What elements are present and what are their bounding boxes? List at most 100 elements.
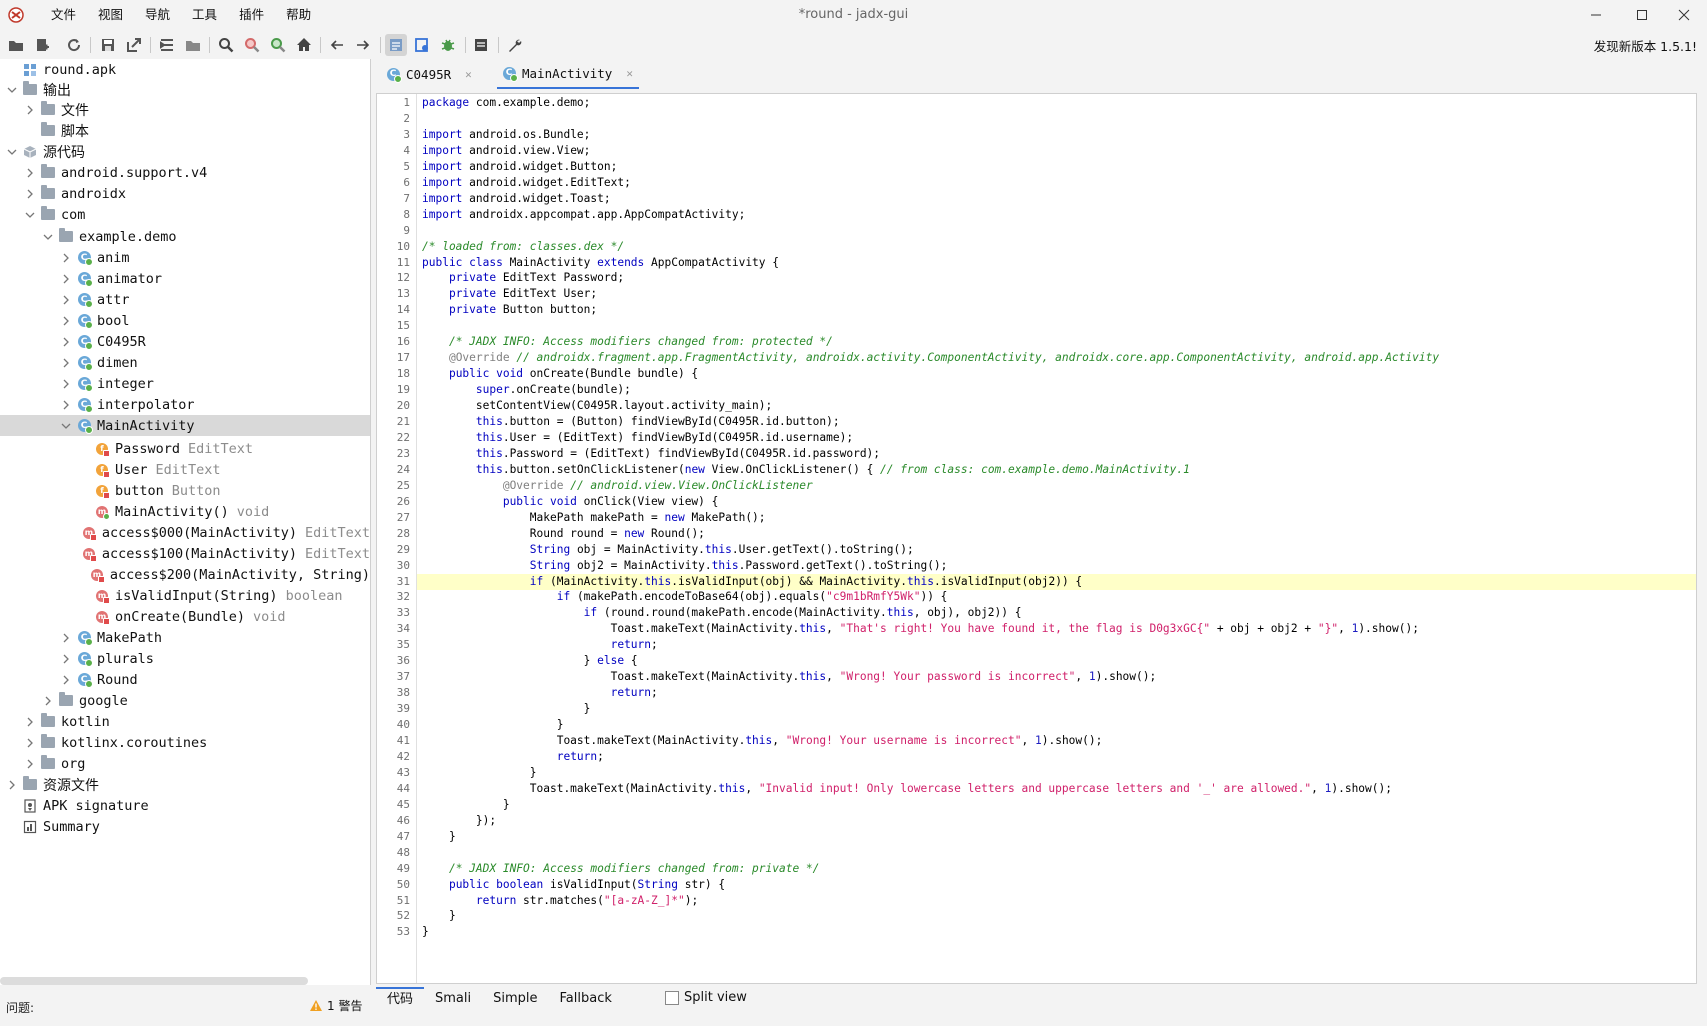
tree-item[interactable]: Cplurals [0,648,370,669]
close-icon[interactable]: ✕ [465,68,472,81]
chevron-right-icon[interactable] [42,695,54,707]
close-button[interactable] [1661,0,1707,30]
tree-item[interactable]: 输出 [0,79,370,100]
goto-class-icon[interactable] [267,34,289,56]
code-line[interactable]: if (MainActivity.this.isValidInput(obj) … [422,574,1696,590]
tab-code[interactable]: 代码 [376,987,425,1011]
code-line[interactable]: this.button = (Button) findViewById(C049… [422,414,1696,430]
chevron-right-icon[interactable] [24,716,36,728]
open-file-icon[interactable] [5,34,27,56]
tree-item[interactable]: m access$000(MainActivity) EditText [0,522,370,543]
code-line[interactable]: public boolean isValidInput(String str) … [422,877,1696,893]
tree-item[interactable]: kotlin [0,711,370,732]
code-line[interactable]: if (round.round(makePath.encode(MainActi… [422,605,1696,621]
tree-item[interactable]: f User EditText [0,459,370,480]
chevron-right-icon[interactable] [24,167,36,179]
chevron-right-icon[interactable] [60,315,72,327]
minimize-button[interactable] [1573,0,1619,30]
code-line[interactable]: return; [422,749,1696,765]
tree-item[interactable]: Canimator [0,268,370,289]
code-line[interactable]: } [422,797,1696,813]
chevron-down-icon[interactable] [6,84,18,96]
chevron-down-icon[interactable] [24,209,36,221]
warning-indicator[interactable]: 1 警告 [309,997,362,1014]
tab-fallback[interactable]: Fallback [549,988,623,1010]
chevron-right-icon[interactable] [60,252,72,264]
close-icon[interactable]: ✕ [626,67,633,80]
chevron-right-icon[interactable] [24,188,36,200]
flatten-packages-icon[interactable] [182,34,204,56]
export-icon[interactable] [123,34,145,56]
home-icon[interactable] [293,34,315,56]
code-line[interactable]: String obj2 = MainActivity.this.Password… [422,558,1696,574]
tree-item[interactable]: C MakePath [0,627,370,648]
chevron-right-icon[interactable] [60,399,72,411]
save-all-icon[interactable] [97,34,119,56]
code-line[interactable]: return; [422,637,1696,653]
code-line[interactable]: return str.matches("[a-zA-Z_]*"); [422,893,1696,909]
chevron-down-icon[interactable] [6,146,18,158]
tab-simple[interactable]: Simple [482,988,548,1010]
code-line[interactable]: String obj = MainActivity.this.User.getT… [422,542,1696,558]
tree-item[interactable]: 源代码 [0,141,370,162]
tree-item[interactable]: APK signature [0,795,370,816]
code-line[interactable]: package com.example.demo; [422,95,1696,111]
tree-item[interactable]: org [0,753,370,774]
tree-item[interactable]: Summary [0,816,370,837]
tree-item[interactable]: C MainActivity [0,415,370,436]
code-line[interactable]: MakePath makePath = new MakePath(); [422,510,1696,526]
code-editor[interactable]: 1 2 3 4 5 6 7 8 9 10 11 12 13 14 15 16 17 18 19 20 21 22 23 24 2… [376,93,1697,984]
chevron-right-icon[interactable] [24,737,36,749]
menu-navigation[interactable]: 导航 [134,0,181,30]
tree-item[interactable]: google [0,690,370,711]
tree-horizontal-scrollbar[interactable] [0,977,308,985]
code-line[interactable]: @Override // android.view.View.OnClickLi… [422,478,1696,494]
code-line[interactable]: super.onCreate(bundle); [422,382,1696,398]
code-line[interactable]: /* JADX INFO: Access modifiers changed f… [422,861,1696,877]
code-line[interactable]: public void onClick(View view) { [422,494,1696,510]
tree-item[interactable]: 脚本 [0,120,370,141]
code-line[interactable]: /* JADX INFO: Access modifiers changed f… [422,334,1696,350]
chevron-right-icon[interactable] [60,336,72,348]
tab-smali[interactable]: Smali [424,988,482,1010]
chevron-right-icon[interactable] [60,294,72,306]
code-line[interactable]: Toast.makeText(MainActivity.this, "Inval… [422,781,1696,797]
code-line[interactable] [422,111,1696,127]
debugger-icon[interactable] [437,34,459,56]
code-line[interactable]: import androidx.appcompat.app.AppCompatA… [422,207,1696,223]
tree-item[interactable]: androidx [0,183,370,204]
chevron-right-icon[interactable] [60,632,72,644]
code-line[interactable]: return; [422,685,1696,701]
find-usage-icon[interactable] [241,34,263,56]
menu-plugins[interactable]: 插件 [228,0,275,30]
code-line[interactable]: } [422,765,1696,781]
code-line[interactable]: /* loaded from: classes.dex */ [422,239,1696,255]
code-line[interactable] [422,223,1696,239]
code-line[interactable]: } [422,924,1696,940]
tree-item[interactable]: Canim [0,247,370,268]
chevron-right-icon[interactable] [60,674,72,686]
sync-editor-icon[interactable] [156,34,178,56]
code-line[interactable]: import android.widget.EditText; [422,175,1696,191]
tree-item[interactable]: 资源文件 [0,774,370,795]
tree-item[interactable]: android.support.v4 [0,162,370,183]
tree-item[interactable]: example.demo [0,226,370,247]
code-line[interactable]: private EditText Password; [422,270,1696,286]
tree-item[interactable]: C C0495R [0,331,370,352]
code-line[interactable]: setContentView(C0495R.layout.activity_ma… [422,398,1696,414]
code-line[interactable]: Toast.makeText(MainActivity.this, "That'… [422,621,1696,637]
forward-icon[interactable] [352,34,374,56]
chevron-right-icon[interactable] [60,273,72,285]
tree-item[interactable]: m access$200(MainActivity, String) [0,564,370,585]
tree-item[interactable]: m access$100(MainActivity) EditText [0,543,370,564]
tree-item[interactable]: C Round [0,669,370,690]
code-line[interactable]: } [422,717,1696,733]
chevron-down-icon[interactable] [42,231,54,243]
code-line[interactable]: private EditText User; [422,286,1696,302]
code-line[interactable]: }); [422,813,1696,829]
code-line[interactable]: Round round = new Round(); [422,526,1696,542]
code-line[interactable]: } else { [422,653,1696,669]
chevron-right-icon[interactable] [60,653,72,665]
code-line[interactable]: this.User = (EditText) findViewById(C049… [422,430,1696,446]
code-line[interactable]: this.button.setOnClickListener(new View.… [422,462,1696,478]
